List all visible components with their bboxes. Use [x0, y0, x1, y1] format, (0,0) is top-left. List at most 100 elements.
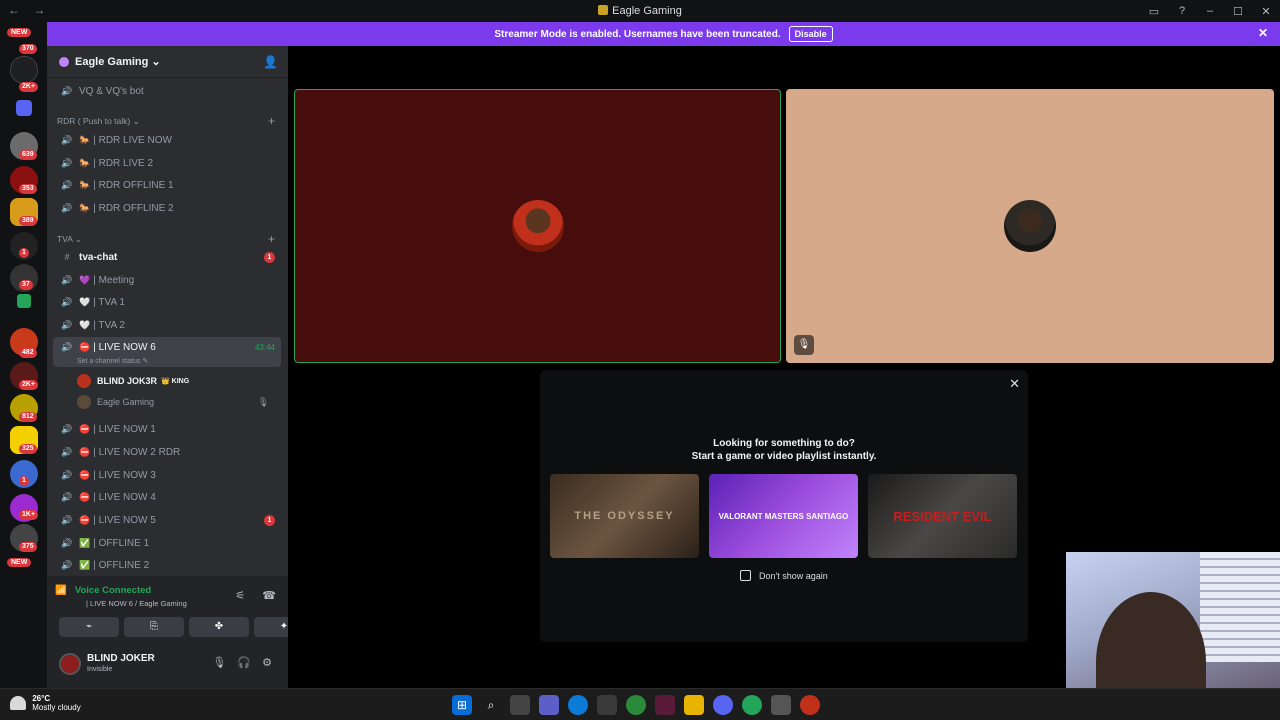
- user-panel: BLIND JOKER Invisible 🎙 🎧 ⚙: [47, 644, 288, 688]
- channel-name: | LIVE NOW 5: [93, 514, 156, 526]
- server-name: Eagle Gaming ⌄: [75, 56, 161, 68]
- folder-icon[interactable]: [16, 100, 32, 116]
- app-icon[interactable]: [800, 695, 820, 715]
- discord-icon[interactable]: [713, 695, 733, 715]
- channel-name: | OFFLINE 2: [93, 559, 150, 571]
- voice-channel[interactable]: 🔊 🐎 | RDR OFFLINE 2: [53, 197, 281, 219]
- voice-channel[interactable]: 🔊 🤍 | TVA 2: [53, 314, 281, 336]
- voice-channel[interactable]: 🔊 ✅ | OFFLINE 1: [53, 532, 281, 554]
- server-badge: 375: [19, 542, 37, 552]
- taskview-icon[interactable]: [510, 695, 530, 715]
- server-icon[interactable]: [17, 294, 31, 308]
- voice-channel[interactable]: 🔊 🐎 | RDR LIVE NOW: [53, 129, 281, 151]
- channel-status[interactable]: Set a channel status ✎: [77, 357, 148, 365]
- horse-icon: 🐎: [79, 157, 91, 168]
- server-badge: 482: [19, 348, 37, 358]
- app-icon: [598, 5, 609, 15]
- add-channel-icon[interactable]: +: [268, 232, 275, 246]
- server-header[interactable]: Eagle Gaming ⌄ 👤: [47, 46, 288, 78]
- channel-name: | LIVE NOW 6: [93, 342, 156, 353]
- activity-title: Looking for something to do?: [713, 438, 855, 449]
- weather-widget[interactable]: 26°C Mostly cloudy: [10, 694, 81, 712]
- voice-channel[interactable]: 🔊 ⛔ | LIVE NOW 1: [53, 418, 281, 440]
- voice-channel[interactable]: 🔊 🐎 | RDR LIVE 2: [53, 152, 281, 174]
- screen-share-button[interactable]: ⎘: [124, 617, 184, 637]
- category-tva[interactable]: TVA ⌄ +: [57, 232, 279, 246]
- chrome-icon[interactable]: [626, 695, 646, 715]
- activity-card[interactable]: THE ODYSSEY: [550, 474, 699, 558]
- server-list: NEW 370 2K+ 639 353 389 1 37 482 2K+ 812…: [0, 22, 47, 688]
- window-controls: ▭ ? – ☐ ✕: [1140, 0, 1280, 22]
- voice-channel[interactable]: 🔊 ⛔ | LIVE NOW 4: [53, 486, 281, 508]
- server-icon[interactable]: [10, 56, 38, 84]
- voice-member[interactable]: BLIND JOK3R 👑 KING: [77, 371, 277, 391]
- disable-button[interactable]: Disable: [788, 26, 833, 42]
- activity-card[interactable]: RESIDENT EVIL: [868, 474, 1017, 558]
- voice-location[interactable]: | LIVE NOW 6 / Eagle Gaming: [86, 599, 187, 608]
- maximize-button[interactable]: ☐: [1224, 5, 1252, 18]
- activity-card[interactable]: VALORANT MASTERS SANTIAGO: [709, 474, 858, 558]
- xbox-icon[interactable]: [742, 695, 762, 715]
- server-badge: 2K+: [19, 380, 39, 390]
- voice-buttons: ⌁ ⎘ ✤ ✦: [59, 617, 314, 637]
- activity-suggestion-panel: ✕ Looking for something to do? Start a g…: [540, 370, 1028, 642]
- voice-channel[interactable]: 🔊 VQ & VQ's bot: [53, 80, 281, 102]
- voice-channel[interactable]: 🔊 ✅ | OFFLINE 2: [53, 554, 281, 576]
- start-icon[interactable]: ⊞: [452, 695, 472, 715]
- minimize-button[interactable]: –: [1196, 5, 1224, 17]
- voice-member[interactable]: Eagle Gaming 🎙: [77, 392, 277, 412]
- voice-channel[interactable]: 🔊 ⛔ | LIVE NOW 2 RDR: [53, 441, 281, 463]
- close-icon[interactable]: ✕: [1009, 376, 1020, 392]
- text-channel[interactable]: # tva-chat 1: [53, 246, 281, 268]
- disconnect-icon[interactable]: ☎: [262, 590, 276, 602]
- member-name: Eagle Gaming: [97, 397, 155, 407]
- add-channel-icon[interactable]: +: [268, 114, 275, 128]
- category-label: TVA ⌄: [57, 234, 82, 244]
- close-window-button[interactable]: ✕: [1252, 5, 1280, 18]
- voice-channel[interactable]: 🔊 ⛔ | LIVE NOW 5 1: [53, 509, 281, 531]
- participant-tile-speaking[interactable]: [294, 89, 781, 363]
- settings-icon[interactable]: [771, 695, 791, 715]
- voice-panel: 📶 Voice Connected | LIVE NOW 6 / Eagle Ga…: [47, 576, 314, 644]
- help-icon[interactable]: ?: [1168, 5, 1196, 17]
- search-icon[interactable]: ⌕: [481, 695, 501, 715]
- checkbox[interactable]: [740, 570, 751, 581]
- app-icon[interactable]: [655, 695, 675, 715]
- server-badge: 1K+: [19, 510, 39, 520]
- speaker-icon: 🔊: [61, 469, 73, 480]
- headphones-icon[interactable]: 🎧: [237, 657, 251, 669]
- activities-button[interactable]: ✤: [189, 617, 249, 637]
- weather-text: Mostly cloudy: [32, 703, 81, 712]
- noise-suppression-icon[interactable]: ⚟: [235, 590, 245, 602]
- window-blind: [1200, 552, 1280, 662]
- inbox-icon[interactable]: ▭: [1140, 5, 1168, 18]
- speaker-icon: 🔊: [61, 559, 73, 570]
- speaker-icon: 🔊: [61, 491, 73, 502]
- avatar[interactable]: [59, 653, 81, 675]
- category-rdr[interactable]: RDR ( Push to talk) ⌄ +: [57, 114, 279, 128]
- voice-channel[interactable]: 🔊 🐎 | RDR OFFLINE 1: [53, 174, 281, 196]
- invite-icon[interactable]: 👤: [263, 55, 278, 69]
- edge-icon[interactable]: [568, 695, 588, 715]
- dont-show-checkbox[interactable]: Don't show again: [740, 570, 828, 581]
- teams-icon[interactable]: [539, 695, 559, 715]
- store-icon[interactable]: [597, 695, 617, 715]
- speaker-icon: 🔊: [61, 514, 73, 525]
- gear-icon[interactable]: ⚙: [262, 657, 272, 669]
- camera-off-button[interactable]: ⌁: [59, 617, 119, 637]
- voice-channel[interactable]: 🔊 ⛔ | LIVE NOW 3: [53, 464, 281, 486]
- banner-close-icon[interactable]: ✕: [1258, 26, 1268, 40]
- folder-icon[interactable]: [684, 695, 704, 715]
- avatar: [77, 395, 91, 409]
- voice-channel[interactable]: 🔊 🤍 | TVA 1: [53, 291, 281, 313]
- window-title: Eagle Gaming: [0, 5, 1280, 17]
- banner-text: Streamer Mode is enabled. Usernames have…: [494, 28, 781, 40]
- muted-icon: 🎙: [257, 396, 269, 407]
- voice-channel[interactable]: 🔊 💜 | Meeting: [53, 269, 281, 291]
- server-badge: 325: [19, 444, 37, 454]
- member-name: BLIND JOK3R: [97, 376, 158, 386]
- live-dot-icon: ⛔: [79, 469, 91, 480]
- participant-tile[interactable]: 🎙: [786, 89, 1274, 363]
- microphone-icon[interactable]: 🎙: [212, 657, 226, 669]
- speaker-icon: 🔊: [61, 446, 73, 457]
